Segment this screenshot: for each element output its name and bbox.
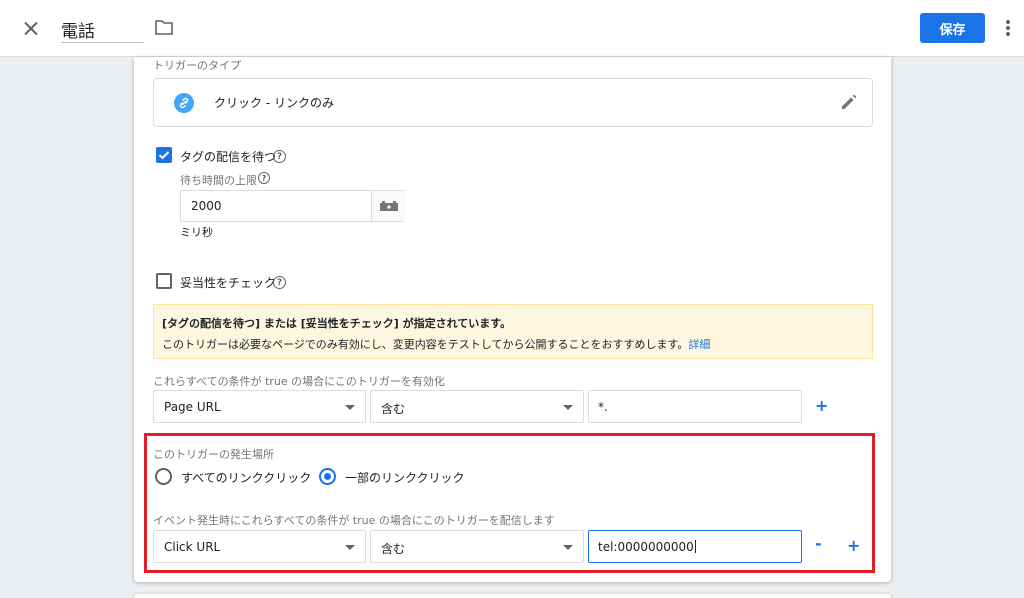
link-icon: [174, 93, 194, 113]
folder-icon[interactable]: [155, 19, 173, 35]
help-icon[interactable]: ?: [273, 276, 286, 289]
next-card: [134, 594, 891, 598]
variable-picker-button[interactable]: [371, 191, 405, 221]
help-icon[interactable]: ?: [273, 150, 286, 163]
help-icon[interactable]: ?: [258, 172, 270, 184]
warning-title: [タグの配信を待つ] または [妥当性をチェック] が指定されています。: [162, 317, 512, 330]
trigger-type-value: クリック - リンクのみ: [214, 96, 334, 110]
top-bar: 保存: [0, 0, 1024, 57]
chevron-down-icon: [563, 405, 573, 410]
max-wait-value: 2000: [191, 199, 222, 213]
warning-body: このトリガーは必要なページでのみ有効にし、変更内容をテストしてから公開することを…: [162, 336, 710, 352]
more-options-icon[interactable]: [999, 17, 1017, 39]
trigger-type-selector[interactable]: クリック - リンクのみ: [153, 78, 873, 127]
max-wait-input[interactable]: 2000: [180, 190, 405, 222]
highlight-annotation-box: [144, 433, 875, 573]
trigger-type-label: トリガーのタイプ: [153, 59, 241, 72]
wait-for-tags-label: タグの配信を待つ: [180, 150, 277, 164]
warning-banner: [タグの配信を待つ] または [妥当性をチェック] が指定されています。 このト…: [153, 304, 873, 359]
pencil-icon[interactable]: [840, 93, 858, 111]
check-validation-checkbox[interactable]: [156, 273, 172, 289]
enable-conditions-label: これらすべての条件が true の場合にこのトリガーを有効化: [153, 375, 445, 388]
enable-value-input[interactable]: *.: [588, 390, 802, 423]
tag-title-input[interactable]: [61, 16, 144, 43]
chevron-down-icon: [345, 405, 355, 410]
warning-text: このトリガーは必要なページでのみ有効にし、変更内容をテストしてから公開することを…: [162, 338, 689, 351]
add-condition-button[interactable]: +: [815, 396, 828, 415]
max-wait-label: 待ち時間の上限: [180, 174, 257, 187]
learn-more-link[interactable]: 詳細: [688, 338, 710, 351]
check-validation-label: 妥当性をチェック: [180, 276, 277, 290]
variable-brick-icon: [379, 201, 398, 211]
wait-for-tags-checkbox[interactable]: [156, 147, 172, 163]
close-icon[interactable]: [20, 18, 42, 40]
enable-operator-select[interactable]: 含む: [370, 390, 584, 423]
save-button[interactable]: 保存: [920, 13, 985, 43]
enable-variable-select[interactable]: Page URL: [153, 390, 366, 423]
enable-variable-value: Page URL: [164, 400, 221, 414]
enable-operator-value: 含む: [381, 402, 406, 416]
enable-value-text: *.: [598, 400, 608, 414]
max-wait-unit: ミリ秒: [180, 226, 213, 239]
